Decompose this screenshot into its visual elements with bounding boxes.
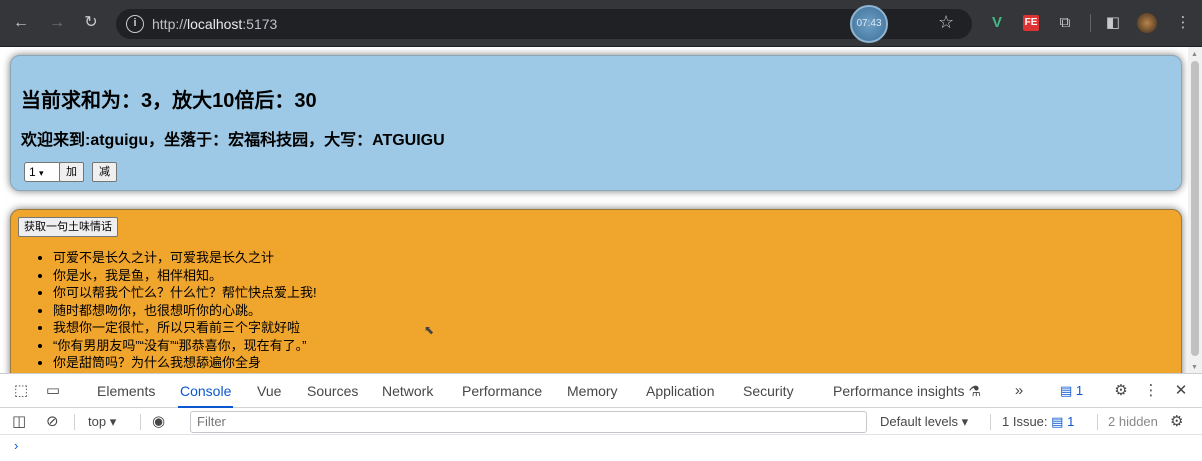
browser-toolbar: ← → ↻ i http://localhost:5173 07:43 ☆ V … [0,0,1202,47]
tab-security[interactable]: Security [743,374,794,408]
welcome-text: 欢迎来到:atguigu，坐落于：宏福科技园，大写：ATGUIGU [21,132,445,149]
filter-input[interactable]: Filter [190,411,867,433]
tab-application[interactable]: Application [646,374,715,408]
clear-console-icon[interactable]: ⊘ [46,409,59,435]
site-info-icon[interactable]: i [126,15,144,33]
console-prompt[interactable]: › [14,438,18,453]
tab-elements[interactable]: Elements [97,374,155,408]
tab-network[interactable]: Network [382,374,433,408]
love-words-panel: 获取一句土味情话 可爱不是长久之计，可爱我是长久之计 你是水，我是鱼，相伴相知。… [10,209,1182,373]
console-toolbar: ◫ ⊘ top ▾ ◉ Filter Default levels ▾ 1 Is… [0,409,1202,435]
issues-badge[interactable]: ▤ 1 [1060,374,1083,408]
devtools-tab-bar: ⬚ ▭ Elements Console Vue Sources Network… [0,374,1202,408]
profile-avatar[interactable] [1136,12,1158,34]
list-item: “你有男朋友吗”“没有”“那恭喜你，现在有了。” [53,337,317,355]
vue-devtools-icon[interactable]: V [986,12,1008,34]
list-item: 你可以帮我个忙么？什么忙？帮忙快点爱上我! [53,284,317,302]
sidebar-toggle-icon[interactable]: ◫ [12,409,26,435]
love-words-list: 可爱不是长久之计，可爱我是长久之计 你是水，我是鱼，相伴相知。 你可以帮我个忙么… [37,249,317,372]
list-item: 你是甜筒吗？为什么我想舔遍你全身 [53,354,317,372]
clock-widget: 07:43 [850,5,888,43]
console-settings-gear-icon[interactable]: ⚙ [1170,409,1183,435]
fe-extension-icon[interactable]: FE [1020,12,1042,34]
devtools-panel: ⬚ ▭ Elements Console Vue Sources Network… [0,373,1202,461]
context-selector[interactable]: top ▾ [88,409,116,435]
inspect-element-icon[interactable]: ⬚ [10,374,32,408]
url-text[interactable]: http://localhost:5173 [152,16,277,32]
forward-icon[interactable]: → [46,12,68,34]
toolbar-divider [1090,14,1091,32]
tab-memory[interactable]: Memory [567,374,618,408]
page-viewport: 当前求和为：3，放大10倍后：30 欢迎来到:atguigu，坐落于：宏福科技园… [0,47,1202,373]
mouse-cursor-icon: ⬉ [424,323,435,337]
toolbar-divider [74,414,75,430]
scroll-down-arrow-icon[interactable]: ▼ [1191,364,1198,371]
tab-sources[interactable]: Sources [307,374,358,408]
caret-down-icon: ▾ [961,414,969,429]
get-love-word-button[interactable]: 获取一句土味情话 [18,217,118,237]
toolbar-divider [140,414,141,430]
settings-gear-icon[interactable]: ⚙ [1110,374,1132,408]
address-bar[interactable]: i http://localhost:5173 [116,9,972,39]
devtools-menu-icon[interactable]: ⋮ [1142,374,1160,408]
list-item: 随时都想吻你，也很想听你的心跳。 [53,302,317,320]
page-scrollbar[interactable]: ▲ ▼ [1188,47,1202,373]
add-button[interactable]: 加 [59,162,84,182]
scroll-up-arrow-icon[interactable]: ▲ [1191,51,1198,58]
bookmark-star-icon[interactable]: ☆ [938,12,954,33]
hidden-count: 2 hidden [1108,414,1158,429]
side-panel-icon[interactable]: ◧ [1102,12,1124,34]
sum-panel: 当前求和为：3，放大10倍后：30 欢迎来到:atguigu，坐落于：宏福科技园… [10,55,1182,191]
extensions-puzzle-icon[interactable]: ⧉ [1054,12,1076,34]
flask-icon: ⚗ [968,383,981,399]
back-icon[interactable]: ← [10,12,32,34]
list-item: 你是水，我是鱼，相伴相知。 [53,267,317,285]
issues-link[interactable]: 1 Issue: ▤ 1 [1002,409,1074,435]
list-item: 可爱不是长久之计，可爱我是长久之计 [53,249,317,267]
tab-performance-insights[interactable]: Performance insights ⚗ [833,374,981,408]
tab-console[interactable]: Console [177,374,234,408]
subtract-button[interactable]: 减 [92,162,117,182]
default-levels-dropdown[interactable]: Default levels ▾ [880,409,968,435]
tab-performance[interactable]: Performance [462,374,542,408]
menu-kebab-icon[interactable]: ⋮ [1172,12,1194,34]
toolbar-divider [990,414,991,430]
list-item: 我想你一定很忙，所以只看前三个字就好啦 [53,319,317,337]
reload-icon[interactable]: ↻ [80,12,102,34]
device-toolbar-icon[interactable]: ▭ [42,374,64,408]
toolbar-divider [1097,414,1098,430]
caret-down-icon: ▾ [109,414,117,429]
chevron-down-icon: ▾ [39,168,44,178]
more-tabs-icon[interactable]: » [1008,374,1030,408]
live-expression-eye-icon[interactable]: ◉ [152,409,165,435]
scrollbar-thumb[interactable] [1191,61,1199,356]
issue-icon: ▤ [1051,414,1064,429]
sum-heading: 当前求和为：3，放大10倍后：30 [21,90,317,112]
close-icon[interactable]: ✕ [1170,374,1192,408]
number-select[interactable]: 1 ▾ [24,162,61,182]
tab-vue[interactable]: Vue [257,374,281,408]
